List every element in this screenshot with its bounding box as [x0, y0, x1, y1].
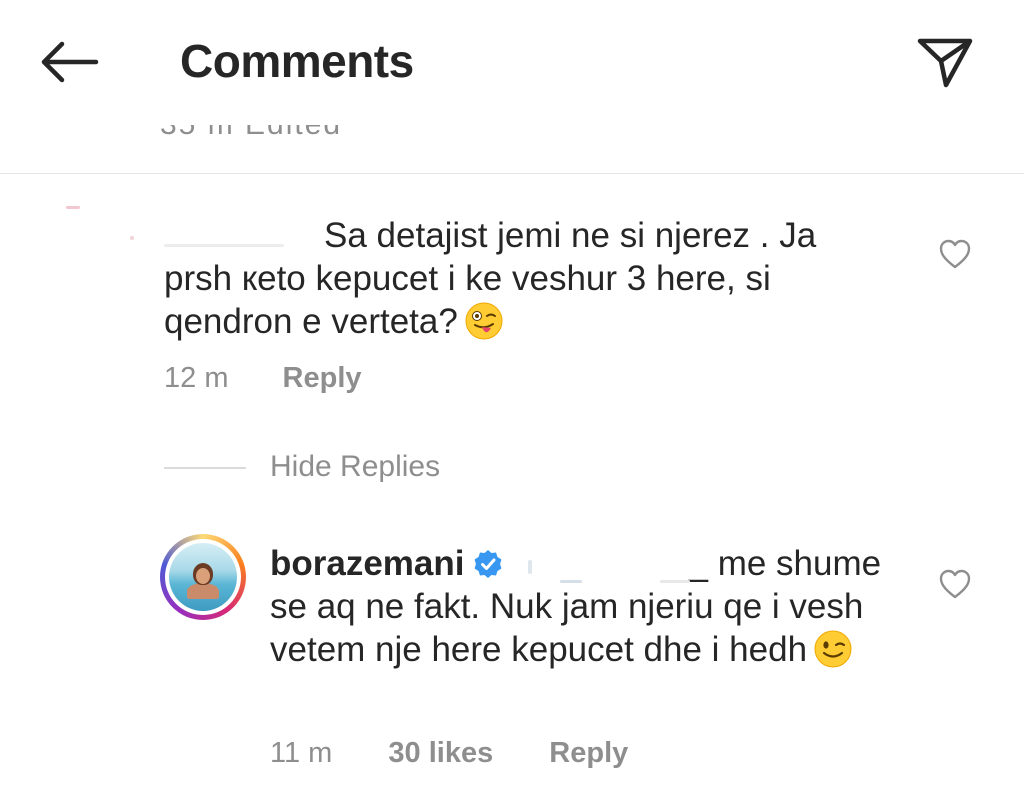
reply-body: borazemani _ me shume se aq ne fakt. Nuk… [270, 542, 910, 671]
redacted-mention-mark [560, 580, 582, 583]
page-title: Comments [180, 35, 414, 87]
arrow-left-icon[interactable] [36, 36, 102, 88]
mention-suffix: _ [688, 544, 708, 583]
reply-meta: 11 m 30 likes Reply [270, 737, 628, 770]
reply-username[interactable]: borazemani [270, 544, 465, 583]
redacted-mention-mark [528, 560, 532, 574]
comment-meta: 12 m Reply [164, 362, 362, 395]
reply-time: 11 m [270, 737, 333, 769]
redacted-avatar-mark [66, 206, 80, 209]
redacted-mention-mark [660, 580, 690, 583]
replies-divider-line [164, 467, 246, 469]
comment-time: 12 m [164, 362, 229, 394]
app-header: Comments [0, 0, 1024, 125]
redacted-avatar-mark [130, 236, 134, 240]
like-heart-icon[interactable] [938, 568, 972, 600]
paper-plane-icon[interactable] [914, 34, 976, 90]
avatar-photo [169, 543, 237, 611]
avatar[interactable] [160, 534, 246, 620]
comment-body: Sa detajist jemi ne si njerez . Ja prsh … [164, 214, 884, 343]
reply-button[interactable]: Reply [549, 737, 628, 769]
like-heart-icon[interactable] [938, 238, 972, 270]
winking-tongue-face-emoji [465, 302, 503, 340]
divider [0, 173, 1024, 174]
redacted-mention [509, 564, 689, 568]
reply-button[interactable]: Reply [283, 362, 362, 394]
verified-badge-icon [474, 550, 501, 578]
winking-face-emoji [814, 630, 852, 668]
likes-count[interactable]: 30 likes [388, 737, 493, 769]
hide-replies-button[interactable]: Hide Replies [270, 450, 440, 484]
